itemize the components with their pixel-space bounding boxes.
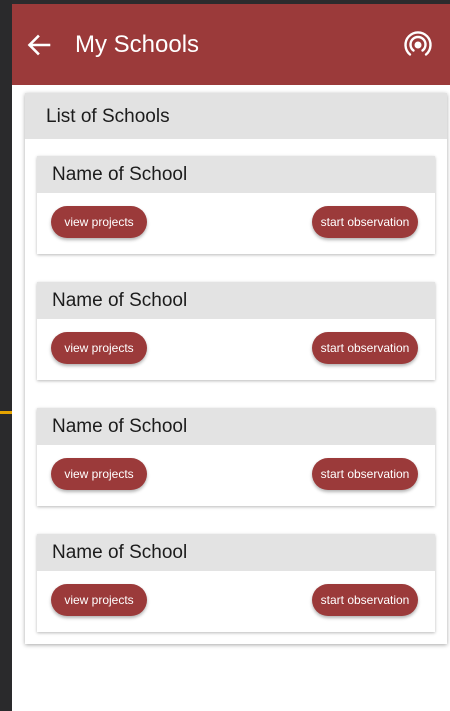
view-projects-button[interactable]: view projects [51, 584, 147, 616]
start-observation-button[interactable]: start observation [312, 206, 418, 238]
school-card-header: Name of School [37, 156, 435, 193]
back-button[interactable] [26, 32, 52, 58]
arrow-left-icon [27, 34, 51, 56]
school-card-actions: view projects start observation [37, 193, 435, 254]
school-card-header: Name of School [37, 534, 435, 571]
school-name: Name of School [52, 416, 188, 437]
app-bar: My Schools [12, 4, 450, 85]
view-projects-button[interactable]: view projects [51, 458, 147, 490]
app-screen: My Schools List of Schools Name of Schoo… [12, 4, 450, 711]
school-list-panel: List of Schools Name of School view proj… [25, 93, 447, 644]
school-card-header: Name of School [37, 282, 435, 319]
radar-icon [404, 31, 432, 56]
start-observation-button[interactable]: start observation [312, 332, 418, 364]
school-card-actions: view projects start observation [37, 445, 435, 506]
left-edge-strip [0, 0, 12, 711]
start-observation-button[interactable]: start observation [312, 584, 418, 616]
view-projects-button[interactable]: view projects [51, 206, 147, 238]
school-name: Name of School [52, 290, 188, 311]
school-name: Name of School [52, 164, 188, 185]
school-card-actions: view projects start observation [37, 319, 435, 380]
view-projects-button[interactable]: view projects [51, 332, 147, 364]
school-card-header: Name of School [37, 408, 435, 445]
school-card: Name of School view projects start obser… [37, 408, 435, 506]
list-header: List of Schools [25, 93, 447, 139]
edge-marker [0, 411, 12, 414]
school-card: Name of School view projects start obser… [37, 156, 435, 254]
radar-button[interactable] [403, 30, 433, 60]
start-observation-button[interactable]: start observation [312, 458, 418, 490]
school-name: Name of School [52, 542, 188, 563]
school-card: Name of School view projects start obser… [37, 534, 435, 632]
list-header-label: List of Schools [46, 106, 170, 127]
school-card: Name of School view projects start obser… [37, 282, 435, 380]
page-title: My Schools [75, 31, 200, 58]
school-card-actions: view projects start observation [37, 571, 435, 632]
